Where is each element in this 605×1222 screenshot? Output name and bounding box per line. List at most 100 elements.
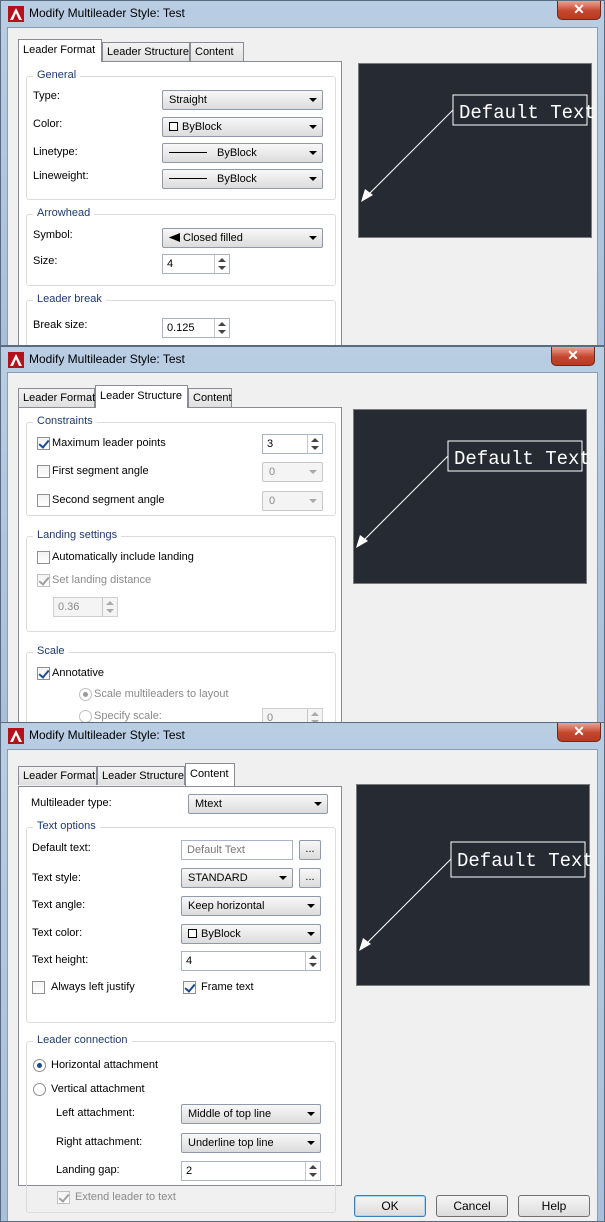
- frame-text-checkbox[interactable]: [183, 981, 196, 994]
- left-attachment-label: Left attachment:: [56, 1107, 135, 1119]
- title-bar[interactable]: Modify Multileader Style: Test ✕: [1, 723, 604, 749]
- landing-gap-label: Landing gap:: [56, 1164, 120, 1176]
- left-attachment-value: Middle of top line: [188, 1108, 272, 1120]
- left-attachment-dropdown[interactable]: Middle of top line: [181, 1104, 321, 1124]
- text-color-value: ByBlock: [201, 928, 241, 940]
- default-text-browse-button[interactable]: ...: [299, 840, 321, 860]
- tab-leader-structure[interactable]: Leader Structure: [95, 385, 188, 408]
- horizontal-attachment-radio[interactable]: [33, 1059, 46, 1072]
- second-segment-angle-checkbox[interactable]: [37, 494, 50, 507]
- help-button[interactable]: Help: [518, 1195, 590, 1217]
- tab-leader-structure[interactable]: Leader Structure: [97, 766, 185, 785]
- tab-page: Constraints Maximum leader points 3 Firs…: [18, 407, 342, 723]
- first-segment-angle-dropdown[interactable]: 0: [262, 462, 323, 482]
- set-landing-distance-checkbox[interactable]: [37, 574, 50, 587]
- spin-arrows-icon[interactable]: [307, 435, 322, 453]
- leader-connection-group: Leader connection Horizontal attachment …: [26, 1034, 336, 1213]
- scale-group: Scale Annotative Scale multileaders to l…: [26, 645, 336, 723]
- title-bar[interactable]: Modify Multileader Style: Test ✕: [1, 347, 604, 373]
- spin-arrows-icon[interactable]: [214, 255, 229, 273]
- dialog-leader-structure: Modify Multileader Style: Test ✕ Leader …: [0, 346, 605, 724]
- title-bar[interactable]: Modify Multileader Style: Test ✕: [1, 1, 604, 27]
- landing-distance-spinner[interactable]: 0.36: [53, 597, 118, 617]
- group-label-scale: Scale: [33, 645, 69, 657]
- auto-landing-checkbox[interactable]: [37, 551, 50, 564]
- text-color-label: Text color:: [32, 927, 83, 939]
- text-angle-dropdown[interactable]: Keep horizontal: [181, 896, 321, 916]
- tab-content[interactable]: Content: [190, 42, 244, 61]
- max-leader-points-checkbox[interactable]: [37, 437, 50, 450]
- text-style-value: STANDARD: [188, 872, 248, 884]
- symbol-value: Closed filled: [183, 232, 243, 244]
- arrowhead-group: Arrowhead Symbol: Closed filled Size: 4: [26, 207, 336, 286]
- spin-arrows-icon[interactable]: [102, 598, 117, 616]
- scale-to-layout-radio[interactable]: [79, 688, 92, 701]
- set-landing-distance-label: Set landing distance: [52, 574, 152, 586]
- window-title: Modify Multileader Style: Test: [29, 6, 185, 20]
- close-button[interactable]: ✕: [551, 347, 595, 366]
- tab-content[interactable]: Content: [188, 388, 232, 407]
- tab-leader-format[interactable]: Leader Format: [18, 39, 102, 62]
- spin-arrows-icon[interactable]: [214, 319, 229, 337]
- close-button[interactable]: ✕: [557, 1, 601, 20]
- scale-to-layout-label: Scale multileaders to layout: [94, 688, 229, 700]
- default-text-input[interactable]: Default Text: [181, 840, 293, 860]
- close-button[interactable]: ✕: [557, 723, 601, 742]
- line-sample-icon: [169, 178, 207, 179]
- annotative-checkbox[interactable]: [37, 667, 50, 680]
- always-left-justify-label: Always left justify: [51, 981, 135, 993]
- ok-button[interactable]: OK: [354, 1195, 426, 1217]
- max-leader-points-spinner[interactable]: 3: [262, 434, 323, 454]
- text-options-group: Text options Default text: Default Text …: [26, 820, 336, 1023]
- text-style-dropdown[interactable]: STANDARD: [181, 868, 293, 888]
- vertical-attachment-label: Vertical attachment: [51, 1083, 145, 1095]
- lineweight-dropdown[interactable]: ByBlock: [162, 169, 323, 189]
- group-label-leader-connection: Leader connection: [33, 1034, 132, 1046]
- first-segment-angle-checkbox[interactable]: [37, 465, 50, 478]
- landing-gap-spinner[interactable]: 2: [181, 1161, 321, 1181]
- break-size-spinner[interactable]: 0.125: [162, 318, 230, 338]
- text-height-spinner[interactable]: 4: [181, 951, 321, 971]
- tab-leader-format[interactable]: Leader Format: [18, 766, 97, 785]
- dialog-client: Leader Format Leader Structure Content M…: [7, 749, 598, 1221]
- linetype-dropdown[interactable]: ByBlock: [162, 143, 323, 163]
- multileader-type-dropdown[interactable]: Mtext: [188, 794, 328, 814]
- first-segment-angle-label: First segment angle: [52, 465, 149, 477]
- right-attachment-label: Right attachment:: [56, 1136, 143, 1148]
- second-segment-angle-dropdown[interactable]: 0: [262, 491, 323, 511]
- extend-leader-checkbox[interactable]: [57, 1191, 70, 1204]
- tab-page: Multileader type: Mtext Text options Def…: [18, 786, 342, 1213]
- chevron-down-icon: [307, 904, 315, 908]
- chevron-down-icon: [279, 876, 287, 880]
- spin-arrows-icon[interactable]: [305, 952, 320, 970]
- text-angle-label: Text angle:: [32, 899, 86, 911]
- tab-leader-structure[interactable]: Leader Structure: [102, 42, 190, 61]
- right-attachment-dropdown[interactable]: Underline top line: [181, 1133, 321, 1153]
- symbol-dropdown[interactable]: Closed filled: [162, 228, 323, 248]
- auto-landing-label: Automatically include landing: [52, 551, 194, 563]
- color-dropdown[interactable]: ByBlock: [162, 117, 323, 137]
- tab-strip: Leader Format Leader Structure Content: [18, 763, 318, 786]
- symbol-label: Symbol:: [33, 229, 73, 241]
- vertical-attachment-radio[interactable]: [33, 1083, 46, 1096]
- chevron-down-icon: [309, 98, 317, 102]
- chevron-down-icon: [314, 802, 322, 806]
- extend-leader-label: Extend leader to text: [75, 1191, 176, 1203]
- closed-filled-arrow-icon: [169, 233, 180, 242]
- text-style-browse-button[interactable]: ...: [299, 868, 321, 888]
- cancel-button[interactable]: Cancel: [436, 1195, 508, 1217]
- lineweight-label: Lineweight:: [33, 170, 89, 182]
- max-leader-points-value: 3: [267, 438, 274, 450]
- tab-content[interactable]: Content: [185, 763, 235, 786]
- leader-preview-graphic: Default Text: [359, 841, 591, 951]
- always-left-justify-checkbox[interactable]: [32, 981, 45, 994]
- text-color-dropdown[interactable]: ByBlock: [181, 924, 321, 944]
- spin-arrows-icon[interactable]: [305, 1162, 320, 1180]
- linetype-label: Linetype:: [33, 146, 78, 158]
- tab-page: General Type: Straight Color: ByBlock Li…: [18, 61, 342, 345]
- leader-line: [360, 858, 452, 950]
- type-dropdown[interactable]: Straight: [162, 90, 323, 110]
- chevron-down-icon: [309, 499, 317, 503]
- size-spinner[interactable]: 4: [162, 254, 230, 274]
- tab-leader-format[interactable]: Leader Format: [18, 388, 95, 407]
